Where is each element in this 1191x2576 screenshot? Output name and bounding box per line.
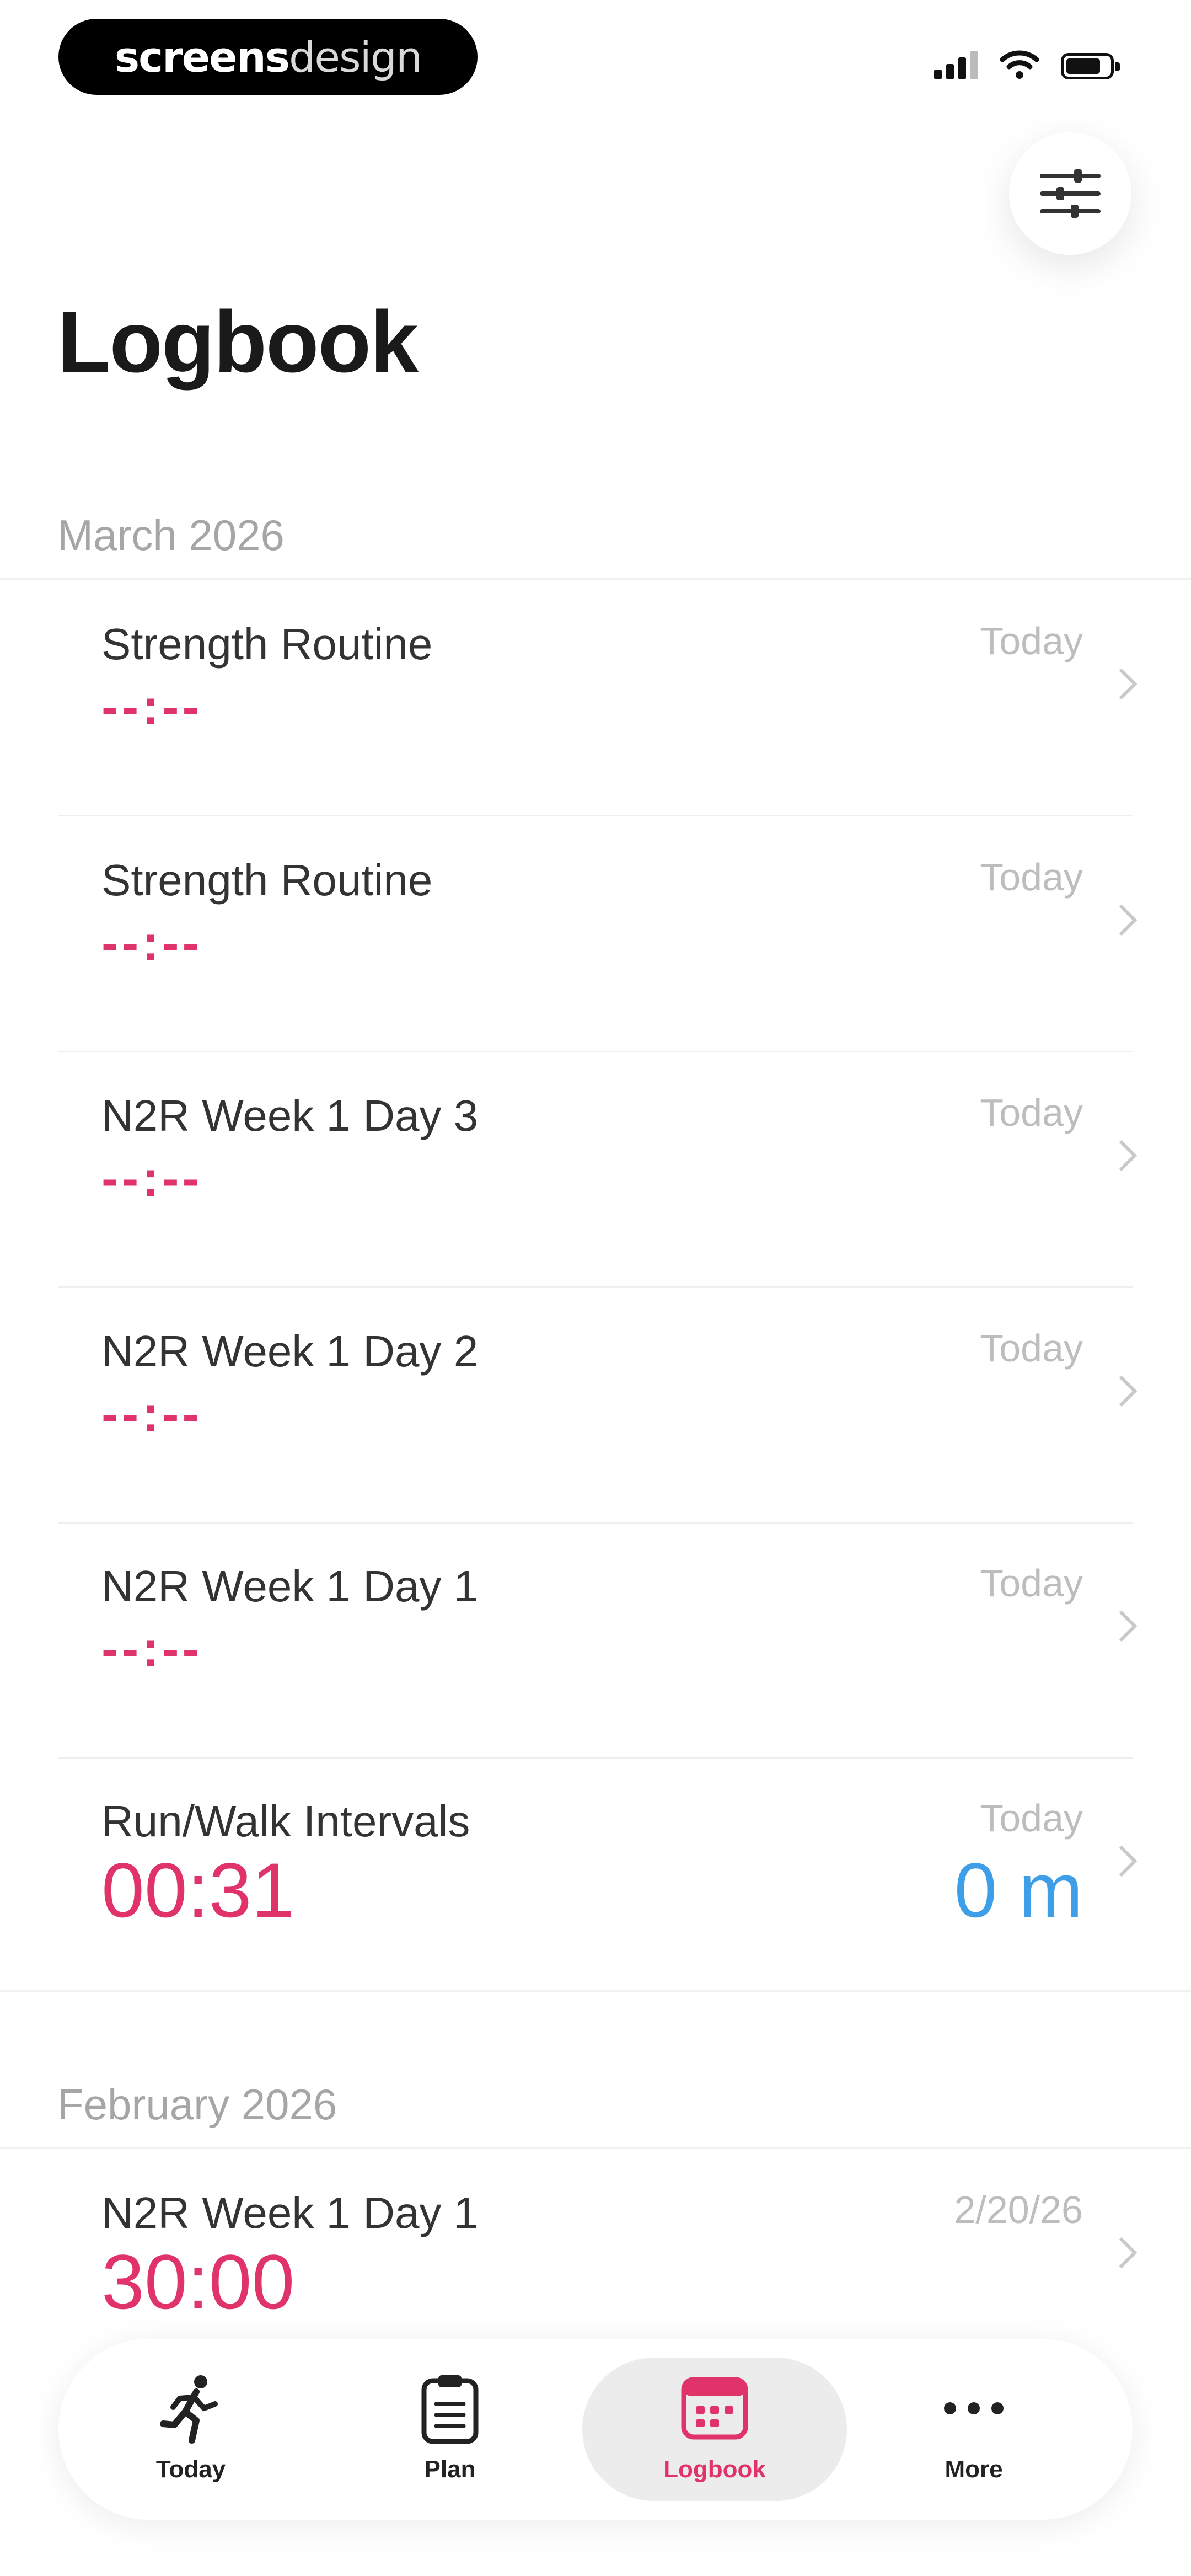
entry-time: 00:31 (101, 1847, 295, 1933)
tab-label: More (945, 2456, 1003, 2483)
tab-logbook[interactable]: Logbook (582, 2339, 847, 2520)
tab-label: Plan (424, 2456, 476, 2483)
tab-plan[interactable]: Plan (318, 2339, 582, 2520)
entry-time: --:-- (101, 1621, 203, 1677)
tab-today[interactable]: Today (58, 2339, 323, 2520)
section-separator (0, 578, 1191, 580)
entry-time: --:-- (101, 915, 203, 971)
chevron-right-icon (1106, 1375, 1138, 1407)
tab-bar: Today Plan Logbook More (58, 2339, 1133, 2520)
entry-time: 30:00 (101, 2238, 295, 2325)
chevron-right-icon (1106, 1610, 1138, 1642)
screensdesign-logo: screens design (58, 19, 478, 95)
page-title: Logbook (57, 293, 419, 391)
tab-label: Today (155, 2456, 226, 2483)
logbook-entry[interactable]: N2R Week 1 Day 3 Today --:-- (0, 1052, 1191, 1288)
section-separator (0, 1990, 1191, 1992)
battery-icon (1061, 53, 1120, 79)
logbook-screen: screens design Logbook March 2026 Strengt… (0, 0, 1191, 2576)
runner-icon (160, 2375, 218, 2444)
chevron-right-icon (1106, 1845, 1138, 1877)
section-header-march: March 2026 (57, 511, 285, 559)
status-bar (934, 50, 1120, 79)
logo-text-light: design (289, 32, 422, 82)
logbook-entry[interactable]: Run/Walk Intervals Today 00:31 0 m (0, 1757, 1191, 1994)
signal-icon (934, 50, 978, 79)
logo-text-bold: screens (114, 32, 290, 82)
filter-button[interactable] (1009, 132, 1131, 255)
entry-time: --:-- (101, 1386, 203, 1442)
tab-label: Logbook (663, 2456, 766, 2483)
entry-date: Today (980, 856, 1083, 899)
entry-date: 2/20/26 (954, 2188, 1083, 2231)
entry-date: Today (980, 1091, 1083, 1134)
calendar-icon (681, 2377, 748, 2440)
more-dots-icon (944, 2402, 1004, 2414)
entry-name: Strength Routine (101, 619, 433, 669)
entry-date: Today (980, 619, 1083, 662)
entry-name: N2R Week 1 Day 3 (101, 1091, 479, 1140)
entry-name: N2R Week 1 Day 1 (101, 2188, 479, 2237)
tab-more[interactable]: More (841, 2339, 1106, 2520)
entry-date: Today (980, 1797, 1083, 1840)
logbook-entry[interactable]: Strength Routine Today --:-- (0, 580, 1191, 816)
chevron-right-icon (1106, 668, 1138, 700)
chevron-right-icon (1106, 1140, 1138, 1172)
wifi-icon (1000, 50, 1039, 79)
entry-name: N2R Week 1 Day 1 (101, 1562, 479, 1611)
sliders-icon (1040, 169, 1101, 218)
entry-distance: 0 m (954, 1847, 1083, 1933)
entry-date: Today (980, 1562, 1083, 1605)
clipboard-icon (421, 2375, 479, 2444)
logbook-entry[interactable]: N2R Week 1 Day 1 Today --:-- (0, 1522, 1191, 1759)
entry-time: --:-- (101, 679, 203, 735)
chevron-right-icon (1106, 2237, 1138, 2269)
entry-name: N2R Week 1 Day 2 (101, 1327, 479, 1376)
entry-time: --:-- (101, 1151, 203, 1207)
chevron-right-icon (1106, 904, 1138, 936)
entry-name: Strength Routine (101, 856, 433, 905)
entry-date: Today (980, 1327, 1083, 1370)
section-header-february: February 2026 (57, 2080, 337, 2129)
logbook-entry[interactable]: Strength Routine Today --:-- (0, 816, 1191, 1052)
entry-name: Run/Walk Intervals (101, 1797, 470, 1846)
section-separator (0, 2147, 1191, 2149)
logbook-entry[interactable]: N2R Week 1 Day 2 Today --:-- (0, 1287, 1191, 1524)
